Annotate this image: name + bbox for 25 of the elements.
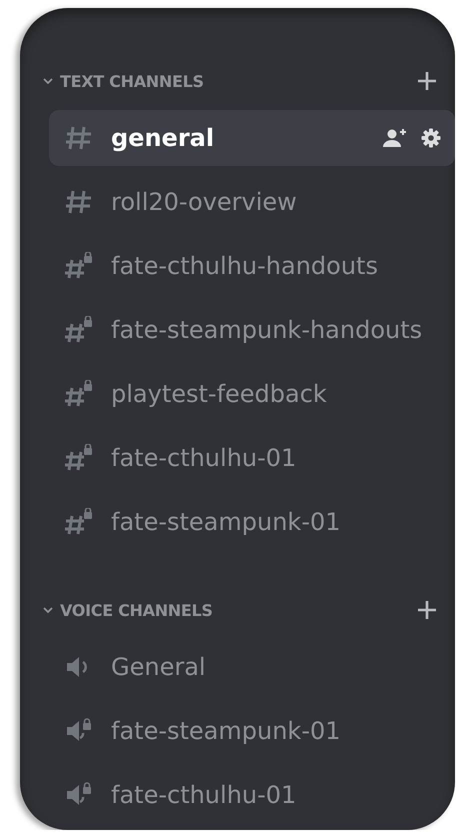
- locked-hash-icon: [64, 316, 94, 344]
- channel-item[interactable]: fate-steampunk-01: [49, 494, 455, 550]
- channel-item[interactable]: fate-steampunk-handouts: [49, 302, 455, 358]
- add-member-icon[interactable]: [383, 128, 407, 148]
- add-channel-icon[interactable]: [417, 600, 437, 620]
- channel-item[interactable]: fate-cthulhu-handouts: [49, 238, 455, 294]
- locked-hash-icon: [64, 252, 94, 280]
- channel-item[interactable]: general: [49, 110, 455, 166]
- locked-hash-icon: [64, 380, 94, 408]
- channel-item[interactable]: playtest-feedback: [49, 366, 455, 422]
- channel-item[interactable]: General: [49, 639, 455, 695]
- category-title[interactable]: VOICE CHANNELS: [60, 600, 213, 620]
- channel-item[interactable]: fate-cthulhu-01: [49, 430, 455, 486]
- chevron-icon[interactable]: [42, 76, 54, 86]
- hash-icon: [64, 188, 94, 216]
- channel-item[interactable]: roll20-overview: [49, 174, 455, 230]
- locked-hash-icon: [64, 508, 94, 536]
- settings-icon[interactable]: [421, 128, 441, 148]
- channel-item[interactable]: fate-steampunk-01: [49, 703, 455, 759]
- locked-hash-icon: [64, 444, 94, 472]
- add-channel-icon[interactable]: [417, 71, 437, 91]
- channel-item[interactable]: fate-cthulhu-01: [49, 767, 455, 823]
- hash-icon: [64, 124, 94, 152]
- chevron-icon[interactable]: [42, 605, 54, 615]
- category-title[interactable]: TEXT CHANNELS: [60, 72, 204, 90]
